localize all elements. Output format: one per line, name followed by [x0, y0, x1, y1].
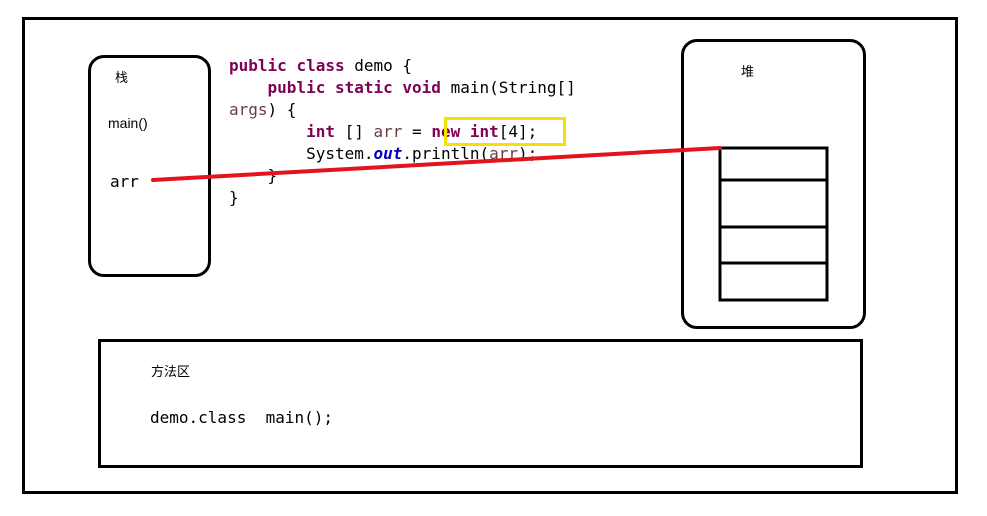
- reference-line: [151, 146, 722, 182]
- heap-array: [718, 146, 829, 302]
- array-cell: [718, 261, 829, 302]
- memory-diagram: 栈 main() arr public class demo { public …: [0, 0, 987, 516]
- diagram-shapes: [151, 146, 829, 302]
- array-cell: [718, 178, 829, 229]
- array-cell: [718, 225, 829, 265]
- array-cell: [718, 146, 829, 182]
